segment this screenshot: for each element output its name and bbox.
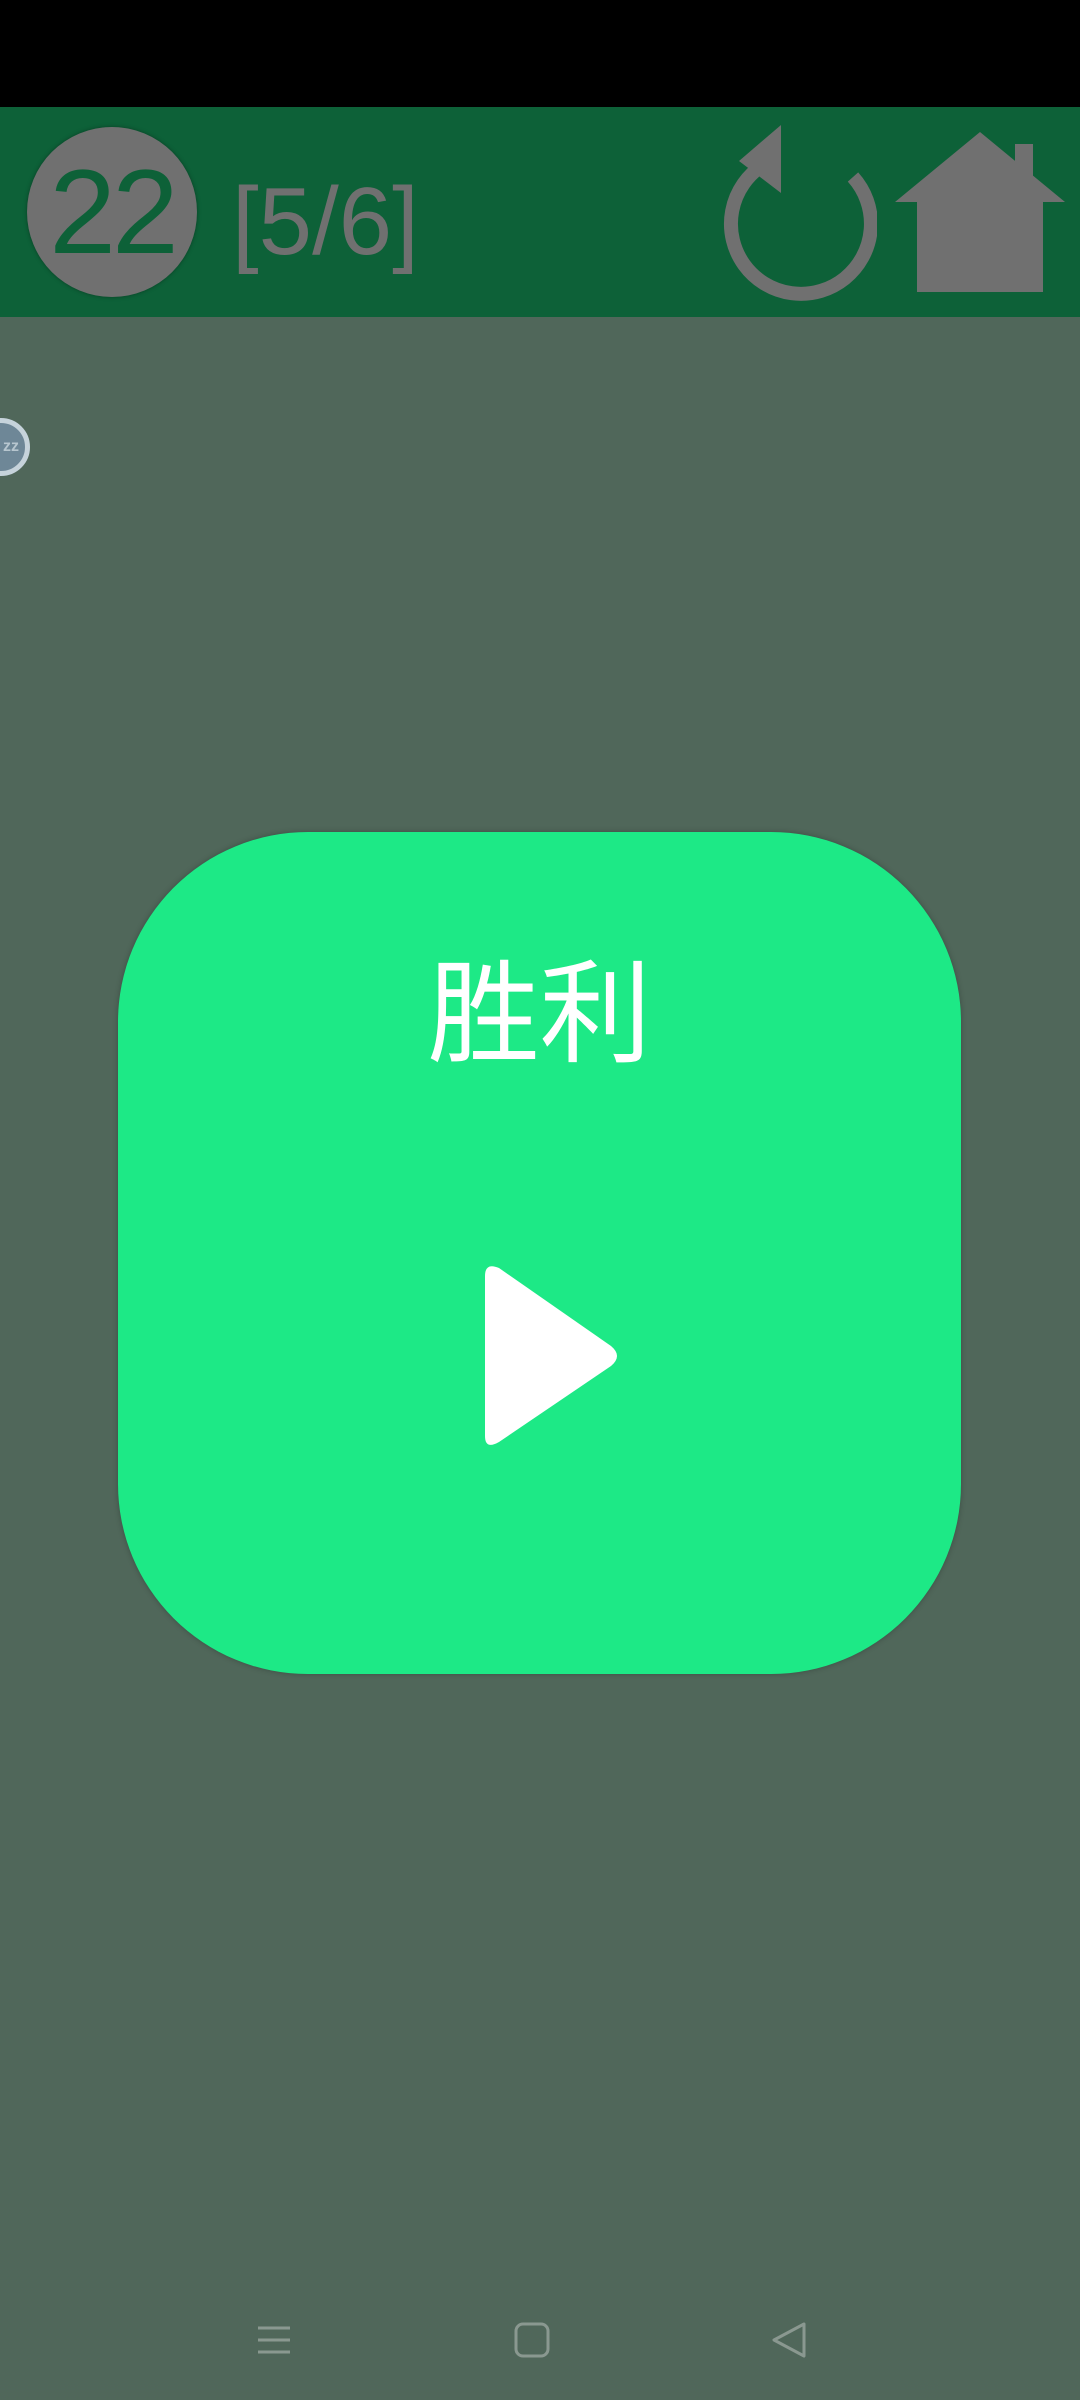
home-nav-button[interactable]: [502, 2310, 562, 2370]
system-nav-bar: [0, 2260, 1080, 2400]
menu-icon: [258, 2326, 290, 2354]
sleep-badge[interactable]: zz: [0, 418, 30, 476]
status-bar: [0, 0, 1080, 107]
play-button[interactable]: [463, 1262, 643, 1462]
restart-icon: [723, 125, 878, 301]
square-icon: [514, 2322, 550, 2358]
home-button[interactable]: [895, 132, 1065, 297]
level-progress: [5/6]: [232, 168, 419, 275]
back-icon: [772, 2322, 806, 2358]
result-title: 胜利: [427, 950, 652, 1080]
recent-apps-button[interactable]: [244, 2310, 304, 2370]
restart-button[interactable]: [705, 125, 878, 301]
result-card: 胜利: [118, 832, 961, 1674]
home-icon: [895, 132, 1065, 292]
back-nav-button[interactable]: [760, 2310, 820, 2370]
level-number: 22: [49, 145, 178, 279]
sleep-badge-label: zz: [3, 438, 19, 455]
top-bar: 22 [5/6]: [0, 107, 1080, 317]
play-icon: [485, 1266, 617, 1445]
level-number-badge: 22: [27, 127, 197, 297]
